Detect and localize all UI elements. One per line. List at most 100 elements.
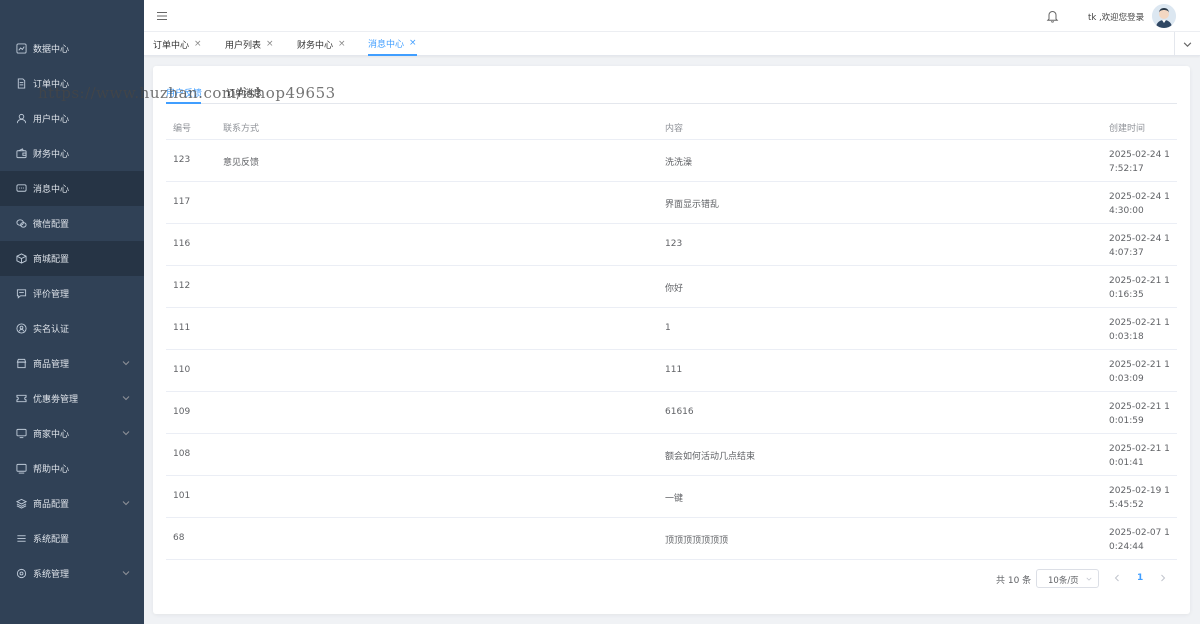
table-row[interactable]: 68 顶顶顶顶顶顶顶 2025-02-07 10:24:44 — [166, 518, 1177, 560]
chevron-down-icon — [122, 396, 130, 401]
cell-created-time: 2025-02-07 10:24:44 — [1109, 528, 1170, 552]
hamburger-icon[interactable] — [156, 10, 168, 22]
table-row[interactable]: 123 意见反馈 洗洗澡 2025-02-24 17:52:17 — [166, 140, 1177, 182]
prev-page-button[interactable] — [1111, 572, 1123, 584]
pagination: 共 10 条 10条/页 1 — [153, 569, 1190, 589]
cell-content: 额会如何活动几点结束 — [665, 452, 756, 462]
cell-id: 101 — [173, 491, 191, 501]
tab-user-list[interactable]: 用户列表 × — [225, 32, 274, 56]
sidebar-item-product-management[interactable]: 商品管理 — [0, 346, 144, 381]
table-row[interactable]: 111 1 2025-02-21 10:03:18 — [166, 308, 1177, 350]
bell-icon[interactable] — [1046, 9, 1059, 23]
tab-order-center[interactable]: 订单中心 × — [153, 32, 202, 56]
table-row[interactable]: 117 界面显示错乱 2025-02-24 14:30:00 — [166, 182, 1177, 224]
tab-user-feedback[interactable]: 用户反馈 — [166, 86, 202, 99]
column-header-id: 编号 — [173, 124, 192, 134]
next-page-button[interactable] — [1157, 572, 1169, 584]
tabs-more-button[interactable] — [1174, 32, 1200, 56]
tab-finance-center[interactable]: 财务中心 × — [297, 32, 346, 56]
close-icon[interactable]: × — [338, 39, 346, 49]
column-header-contact: 联系方式 — [223, 124, 260, 134]
close-icon[interactable]: × — [266, 39, 274, 49]
user-icon — [15, 113, 27, 125]
cell-id: 111 — [173, 323, 191, 333]
coupon-icon — [15, 393, 27, 405]
page-number-current[interactable]: 1 — [1137, 573, 1143, 583]
tab-label: 订单中心 — [153, 40, 190, 51]
sidebar-item-data-center[interactable]: 数据中心 — [0, 31, 144, 66]
sidebar-item-label: 系统配置 — [33, 535, 70, 545]
chevron-down-icon — [1183, 41, 1192, 47]
tab-order-messages[interactable]: 订单消息 — [226, 86, 262, 99]
column-header-content: 内容 — [665, 124, 684, 134]
sidebar-item-finance-center[interactable]: 财务中心 — [0, 136, 144, 171]
sidebar-item-label: 财务中心 — [33, 150, 70, 160]
sidebar-item-message-center[interactable]: 消息中心 — [0, 171, 144, 206]
main-card: 用户反馈 订单消息 编号 联系方式 内容 创建时间 123 意见反馈 洗洗澡 2… — [153, 66, 1190, 614]
sidebar-item-label: 实名认证 — [33, 325, 70, 335]
layers-icon — [15, 498, 27, 510]
cell-created-time: 2025-02-21 10:16:35 — [1109, 276, 1170, 300]
sidebar-item-label: 用户中心 — [33, 115, 70, 125]
column-header-created-time: 创建时间 — [1109, 124, 1146, 134]
sidebar-item-system-management[interactable]: 系统管理 — [0, 556, 144, 591]
sidebar-item-order-center[interactable]: 订单中心 — [0, 66, 144, 101]
sidebar-item-label: 订单中心 — [33, 80, 70, 90]
wechat-icon — [15, 218, 27, 230]
tags-view: 订单中心 × 用户列表 × 财务中心 × 消息中心 × — [144, 32, 1200, 56]
table-row[interactable]: 109 61616 2025-02-21 10:01:59 — [166, 392, 1177, 434]
cell-content: 123 — [665, 239, 683, 249]
tab-message-center[interactable]: 消息中心 × — [368, 32, 417, 56]
welcome-text: tk ,欢迎您登录 — [1088, 13, 1145, 23]
sidebar-item-label: 微信配置 — [33, 220, 70, 230]
help-icon — [15, 463, 27, 475]
cell-created-time: 2025-02-21 10:01:41 — [1109, 444, 1170, 468]
sidebar-item-label: 商品管理 — [33, 360, 70, 370]
cell-contact: 意见反馈 — [223, 158, 260, 168]
list-icon — [15, 533, 27, 545]
box-icon — [15, 253, 27, 265]
table-row[interactable]: 110 111 2025-02-21 10:03:09 — [166, 350, 1177, 392]
cell-created-time: 2025-02-24 14:07:37 — [1109, 234, 1170, 258]
top-navbar: tk ,欢迎您登录 — [144, 0, 1200, 32]
cell-created-time: 2025-02-21 10:01:59 — [1109, 402, 1170, 426]
sidebar-item-wechat-config[interactable]: 微信配置 — [0, 206, 144, 241]
sidebar-item-label: 帮助中心 — [33, 465, 70, 475]
table-row[interactable]: 108 额会如何活动几点结束 2025-02-21 10:01:41 — [166, 434, 1177, 476]
shop-icon — [15, 358, 27, 370]
cell-created-time: 2025-02-21 10:03:09 — [1109, 360, 1170, 384]
sidebar-item-product-config[interactable]: 商品配置 — [0, 486, 144, 521]
close-icon[interactable]: × — [194, 39, 202, 49]
cell-content: 界面显示错乱 — [665, 200, 720, 210]
avatar[interactable] — [1152, 4, 1176, 28]
sidebar-item-mall-config[interactable]: 商城配置 — [0, 241, 144, 276]
wallet-icon — [15, 148, 27, 160]
cell-content: 1 — [665, 323, 671, 333]
sidebar-item-review-management[interactable]: 评价管理 — [0, 276, 144, 311]
sidebar-item-label: 评价管理 — [33, 290, 70, 300]
table-row[interactable]: 101 一键 2025-02-19 15:45:52 — [166, 476, 1177, 518]
chevron-down-icon — [122, 361, 130, 366]
sidebar-item-label: 优惠劵管理 — [33, 395, 79, 405]
close-icon[interactable]: × — [409, 38, 417, 48]
sidebar-item-real-name-auth[interactable]: 实名认证 — [0, 311, 144, 346]
cell-content: 顶顶顶顶顶顶顶 — [665, 536, 729, 546]
table-row[interactable]: 112 你好 2025-02-21 10:16:35 — [166, 266, 1177, 308]
sidebar-item-merchant-center[interactable]: 商家中心 — [0, 416, 144, 451]
sidebar-item-user-center[interactable]: 用户中心 — [0, 101, 144, 136]
sidebar-item-system-config[interactable]: 系统配置 — [0, 521, 144, 556]
sidebar-item-label: 数据中心 — [33, 45, 70, 55]
cell-id: 110 — [173, 365, 191, 375]
cell-created-time: 2025-02-21 10:03:18 — [1109, 318, 1170, 342]
table-header: 编号 联系方式 内容 创建时间 — [166, 111, 1177, 140]
sidebar-item-help-center[interactable]: 帮助中心 — [0, 451, 144, 486]
sidebar-item-label: 商城配置 — [33, 255, 70, 265]
sidebar-item-coupon-management[interactable]: 优惠劵管理 — [0, 381, 144, 416]
tab-label: 消息中心 — [368, 39, 405, 50]
sidebar: 数据中心 订单中心 用户中心 财务中心 消息中心 微信配置 商城配置 评价管理 … — [0, 0, 144, 624]
chevron-down-icon — [122, 501, 130, 506]
cell-content: 洗洗澡 — [665, 158, 693, 168]
message-icon — [15, 183, 27, 195]
table-row[interactable]: 116 123 2025-02-24 14:07:37 — [166, 224, 1177, 266]
page-size-select[interactable]: 10条/页 — [1036, 569, 1099, 588]
